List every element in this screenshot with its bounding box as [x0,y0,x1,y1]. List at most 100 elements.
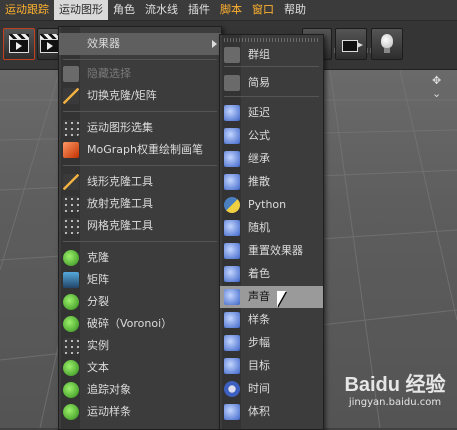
tearoff-handle[interactable] [224,38,318,42]
effector-menu-item[interactable]: 目标 [220,355,323,377]
spline-effector-icon [224,312,240,328]
mouse-cursor-icon [277,291,286,307]
instance-icon [63,338,79,354]
menu-item[interactable]: 实例 [59,335,221,357]
effector-menu-item[interactable]: 步幅 [220,332,323,354]
menu-item[interactable]: 矩阵 [59,269,221,291]
menu-item-label: 重置效果器 [248,244,303,257]
menu-item[interactable]: 切换克隆/矩阵 [59,85,221,107]
menu-item-label: 切换克隆/矩阵 [87,89,157,102]
menu-separator [224,96,319,97]
menu-item[interactable]: 隐藏选择 [59,63,221,85]
menu-item-label: 追踪对象 [87,383,131,396]
menu-item-label: 隐藏选择 [87,67,131,80]
menu-item-label: 破碎（Voronoi） [87,317,173,330]
menu-item-label: 运动图形选集 [87,121,153,134]
menu-item-effectors[interactable]: 效果器 [59,33,221,55]
effector-menu-item[interactable]: 体积 [220,401,323,423]
plain-effector-icon [224,75,240,91]
menubar-item[interactable]: 运动图形 [54,0,108,20]
voronoi-fracture-icon [63,316,79,332]
menu-separator [63,165,217,166]
submenu-arrow-icon [212,40,217,48]
menu-item[interactable]: 破碎（Voronoi） [59,313,221,335]
menu-item-label: 体积 [248,405,270,418]
clapper-icon[interactable] [37,28,60,60]
menubar-item[interactable]: 角色 [108,0,140,20]
menubar-item[interactable]: 流水线 [140,0,183,20]
effector-menu-item[interactable]: 继承 [220,148,323,170]
menu-item-label: 随机 [248,221,270,234]
menubar-item[interactable]: 窗口 [247,0,279,20]
menu-item-label: 公式 [248,129,270,142]
menu-item[interactable]: 网格克隆工具 [59,215,221,237]
menu-item-label: MoGraph权重绘制画笔 [87,143,203,156]
mograph-selection-icon [63,120,79,136]
volume-effector-icon [224,404,240,420]
camera-icon[interactable] [335,28,367,60]
toggle-clone-matrix-icon [63,88,79,104]
menu-item[interactable]: 线形克隆工具 [59,171,221,193]
effector-menu-item[interactable]: 群组 [220,44,323,66]
effector-menu-item[interactable]: 样条 [220,309,323,331]
effector-menu-item[interactable]: 声音 [220,286,323,308]
menubar-item[interactable]: 帮助 [279,0,311,20]
sound-effector-icon [224,289,240,305]
menu-separator [63,241,217,242]
menu-item[interactable]: MoGraph权重绘制画笔 [59,139,221,161]
inheritance-effector-icon [224,151,240,167]
menu-item[interactable]: 文本 [59,357,221,379]
menu-item-label: 矩阵 [87,273,109,286]
menu-item[interactable]: 追踪对象 [59,379,221,401]
effector-menu-item[interactable]: Python [220,194,323,216]
menu-item-label: 群组 [248,48,270,61]
effector-menu-item[interactable]: 简易 [220,72,323,94]
weight-paint-brush-icon [63,142,79,158]
effector-menu-item[interactable]: 重置效果器 [220,240,323,262]
effector-menu-item[interactable]: 着色 [220,263,323,285]
menubar-item[interactable]: 插件 [183,0,215,20]
menu-item-label: Python [248,198,287,211]
hide-selection-icon [63,66,79,82]
matrix-icon [63,272,79,288]
group-effector-icon [224,47,240,63]
menubar-item[interactable]: 脚本 [215,0,247,20]
shader-effector-icon [224,266,240,282]
menu-item[interactable]: 运动样条 [59,401,221,423]
mospline-icon [63,404,79,420]
menu-item-label: 目标 [248,359,270,372]
effector-menu-item[interactable]: 推散 [220,171,323,193]
menu-item-label: 样条 [248,313,270,326]
menu-item-label: 推散 [248,175,270,188]
menu-separator [224,66,319,67]
menu-item-label: 放射克隆工具 [87,197,153,210]
effectors-submenu: 群组简易延迟公式继承推散 Python 随机重置效果器着色 声音样条步幅目标时间体积 [219,34,324,430]
effector-menu-item[interactable]: 公式 [220,125,323,147]
menu-item-label: 简易 [248,76,270,89]
menu-item[interactable]: 运动图形选集 [59,117,221,139]
delay-effector-icon [224,105,240,121]
menu-item-label: 分裂 [87,295,109,308]
menu-item-label: 步幅 [248,336,270,349]
menu-item-label: 继承 [248,152,270,165]
radial-clone-tool-icon [63,196,79,212]
viewport-nav-controls[interactable]: ✥ ⌄ [432,74,457,100]
menu-item[interactable]: 克隆 [59,247,221,269]
effector-menu-item[interactable]: 随机 [220,217,323,239]
fracture-icon [63,294,79,310]
clapper-icon[interactable] [3,28,35,60]
reeffector-icon [224,243,240,259]
menu-item[interactable]: 放射克隆工具 [59,193,221,215]
push-apart-effector-icon [224,174,240,190]
step-effector-icon [224,335,240,351]
watermark: Baidu 经验 jingyan.baidu.com [344,374,446,408]
time-effector-icon [224,381,240,397]
menu-item-label: 网格克隆工具 [87,219,153,232]
menu-item-label: 克隆 [87,251,109,264]
tracer-icon [63,382,79,398]
menu-item[interactable]: 分裂 [59,291,221,313]
effector-menu-item[interactable]: 延迟 [220,102,323,124]
lightbulb-icon[interactable] [371,28,403,60]
effector-menu-item[interactable]: 时间 [220,378,323,400]
menubar-item[interactable]: 运动跟踪 [0,0,54,20]
